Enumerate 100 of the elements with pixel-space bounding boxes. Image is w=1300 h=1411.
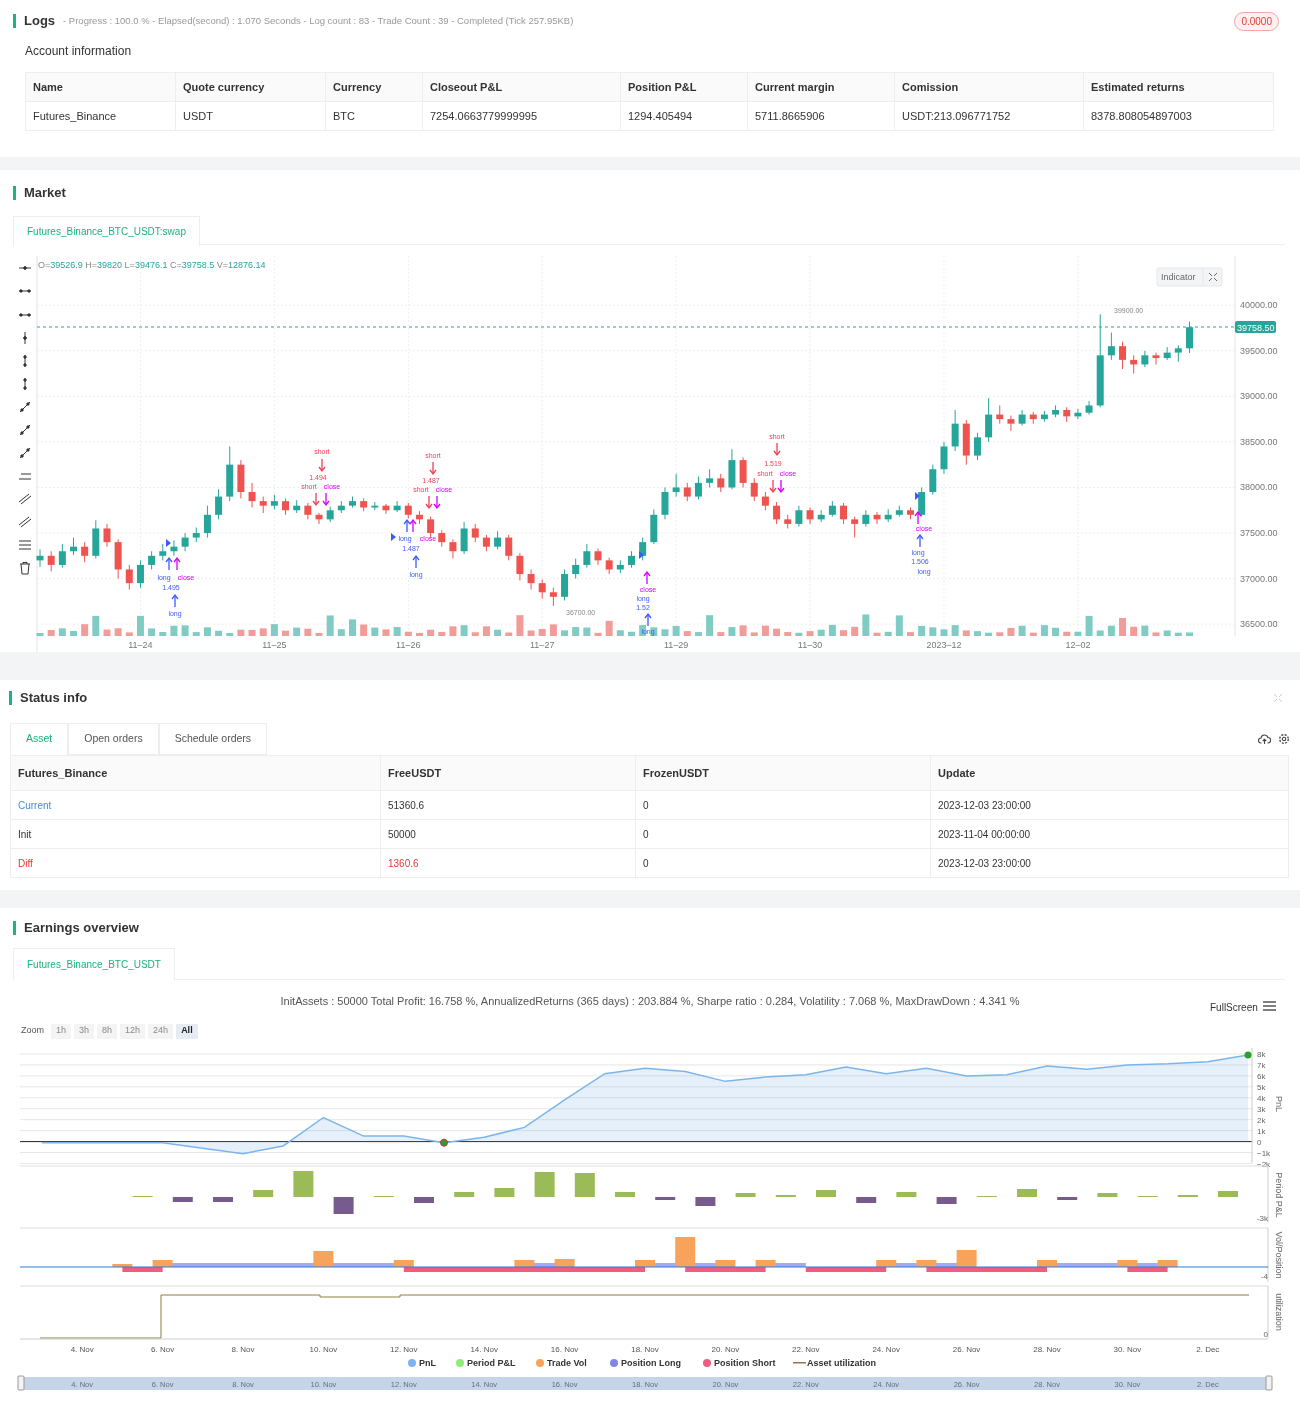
up-arrow-icon — [171, 593, 179, 608]
candle — [192, 527, 200, 543]
indicator-button[interactable]: Indicator — [1156, 267, 1223, 287]
candle — [516, 552, 524, 581]
candle — [259, 496, 267, 514]
trend-ray-icon[interactable] — [19, 447, 31, 459]
candle — [1040, 410, 1048, 423]
settings-icon[interactable] — [1278, 733, 1290, 745]
vertical-line-icon[interactable] — [23, 331, 27, 345]
axis-tick: −2k — [1257, 1159, 1271, 1169]
candle — [628, 550, 635, 569]
date-tick: 2023–12 — [926, 640, 962, 650]
candle — [1029, 411, 1037, 425]
entry-triangle-icon — [166, 539, 171, 547]
candle — [851, 516, 859, 539]
table-cell: 2023-12-03 23:00:00 — [930, 790, 1289, 820]
fullscreen-link[interactable]: FullScreen — [1210, 1000, 1258, 1015]
candle — [270, 494, 278, 510]
table-cell: Init — [10, 819, 381, 849]
price-tick: 37000.00 — [1240, 573, 1278, 584]
axis-tick: 2k — [1257, 1115, 1266, 1125]
candle — [114, 538, 122, 580]
candle — [226, 445, 234, 502]
tab[interactable]: Open orders — [68, 723, 159, 755]
axis-tick: 2. Dec — [1196, 1345, 1220, 1354]
candle — [415, 510, 423, 525]
price-tick: 39000.00 — [1240, 391, 1278, 402]
candle — [494, 530, 502, 550]
candle — [382, 503, 390, 515]
performance-summary: InitAssets : 50000 Total Profit: 16.758 %, AnnualizedReturns (365 days) : 203.884 %, Sharpe ratio : 0.284, Volatility : 7.068 %, MaxDrawDown : 4.341 % — [280, 993, 1020, 1009]
column-header: FrozenUSDT — [635, 755, 931, 791]
candle — [1063, 406, 1071, 423]
candle — [393, 500, 401, 513]
candle — [360, 497, 368, 512]
candle — [985, 397, 993, 443]
entry-triangle-icon — [639, 551, 644, 559]
candle — [181, 532, 189, 552]
candle — [159, 543, 167, 561]
candle — [549, 587, 557, 607]
horizontal-ray-icon[interactable] — [18, 313, 32, 317]
trash-icon[interactable] — [19, 562, 31, 575]
candle — [873, 511, 881, 525]
candle — [527, 569, 535, 591]
legend-label[interactable]: Asset utilization — [807, 1358, 876, 1368]
legend-label[interactable]: Trade Vol — [547, 1358, 587, 1368]
column-header: Currency — [325, 72, 423, 102]
candle — [125, 564, 133, 591]
table-cell: 5711.8665906 — [747, 101, 895, 131]
horizontal-line-icon[interactable] — [18, 266, 32, 270]
candle — [371, 501, 379, 511]
marker-dot — [1244, 1051, 1252, 1059]
vertical-ray-icon[interactable] — [23, 377, 27, 391]
candle — [248, 482, 256, 508]
candle — [884, 508, 892, 523]
candle — [583, 543, 591, 569]
table-cell: 51360.6 — [380, 790, 636, 820]
vertical-segment-icon[interactable] — [23, 354, 27, 368]
candle — [460, 521, 468, 555]
candle — [170, 539, 178, 557]
subsection-title: Account information — [25, 43, 133, 60]
horizontal-segment-icon[interactable] — [18, 289, 32, 293]
candle — [962, 419, 970, 466]
table-cell: 0 — [635, 790, 931, 820]
axis-tick: 1k — [1257, 1126, 1266, 1136]
zoom-label: Zoom — [21, 1024, 44, 1038]
menu-icon[interactable] — [1263, 1001, 1276, 1011]
trend-line-icon[interactable] — [19, 401, 31, 413]
legend-label[interactable]: Position Short — [714, 1358, 776, 1368]
axis-tick: 7k — [1257, 1060, 1266, 1070]
legend-label[interactable]: Position Long — [621, 1358, 681, 1368]
table-cell: Futures_Binance — [25, 101, 176, 131]
navigator-handle[interactable] — [1265, 1375, 1273, 1391]
candle — [784, 514, 792, 529]
candle — [215, 488, 223, 520]
horizontal-lines-icon[interactable] — [18, 540, 32, 550]
trend-segment-icon[interactable] — [19, 424, 31, 436]
table-cell: 0 — [635, 848, 931, 878]
legend-label[interactable]: PnL — [419, 1358, 436, 1368]
axis-tick: 4. Nov — [70, 1345, 94, 1354]
navigator-handle[interactable] — [17, 1375, 25, 1391]
candle — [996, 404, 1004, 425]
down-arrow-icon — [429, 461, 437, 476]
column-header: Quote currency — [175, 72, 326, 102]
table-cell: USDT — [175, 101, 326, 131]
cloud-upload-icon[interactable] — [1258, 734, 1271, 745]
parallel-lines-icon[interactable] — [18, 493, 32, 505]
axis-tick: 4k — [1257, 1093, 1266, 1103]
zoom-button[interactable]: All — [176, 1023, 198, 1039]
candle — [136, 559, 144, 589]
price-tick: 36500.00 — [1240, 619, 1278, 630]
progress-summary: - Progress : 100.0 % - Elapsed(second) : 1.070 Seconds - Log count : 83 - Trade Count : 39 - Completed (Tick 257.95KB) — [63, 13, 574, 28]
legend-label[interactable]: Period P&L — [467, 1358, 516, 1368]
axis-title: utilization — [1274, 1293, 1284, 1331]
candle — [717, 473, 725, 493]
candle — [1107, 332, 1115, 361]
candle — [404, 502, 412, 519]
candle — [1074, 408, 1082, 420]
tab[interactable]: Schedule orders — [158, 723, 268, 755]
candle — [1119, 341, 1127, 370]
column-header: Current margin — [747, 72, 895, 102]
